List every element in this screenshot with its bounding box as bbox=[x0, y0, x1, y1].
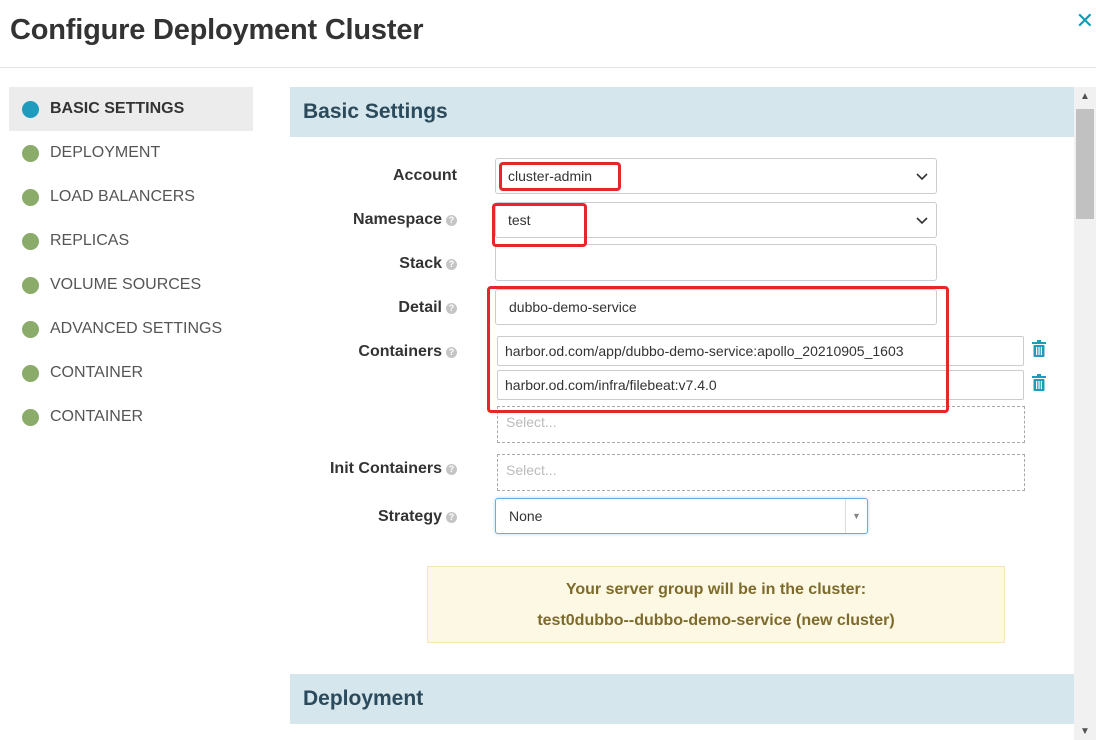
sidebar-item-container-1[interactable]: CONTAINER bbox=[9, 351, 253, 395]
sidebar-item-label: REPLICAS bbox=[50, 232, 130, 249]
close-icon[interactable]: ✕ bbox=[1076, 10, 1094, 32]
stack-label-text: Stack bbox=[399, 255, 442, 272]
sidebar-item-label: CONTAINER bbox=[50, 408, 144, 425]
help-icon[interactable]: ? bbox=[446, 347, 457, 358]
status-dot-icon bbox=[22, 276, 39, 294]
namespace-value: test bbox=[508, 212, 531, 228]
containers-label: Containers? bbox=[290, 343, 457, 361]
detail-label-text: Detail bbox=[398, 299, 442, 316]
help-icon[interactable]: ? bbox=[446, 512, 457, 523]
sidebar-item-container-2[interactable]: CONTAINER bbox=[9, 395, 253, 439]
chevron-down-icon bbox=[916, 217, 928, 225]
namespace-label: Namespace? bbox=[290, 211, 457, 229]
help-icon[interactable]: ? bbox=[446, 303, 457, 314]
status-dot-icon bbox=[22, 408, 39, 426]
stack-input[interactable] bbox=[495, 244, 937, 281]
containers-label-text: Containers bbox=[358, 343, 442, 360]
account-label: Account bbox=[290, 167, 457, 185]
init-containers-label-text: Init Containers bbox=[329, 460, 442, 477]
settings-content: Basic Settings Account cluster-admin Nam… bbox=[290, 87, 1074, 740]
status-dot-icon bbox=[22, 188, 39, 206]
modal-title: Configure Deployment Cluster bbox=[10, 14, 424, 46]
account-select[interactable]: cluster-admin bbox=[495, 158, 937, 194]
cluster-name-text: test0dubbo--dubbo-demo-service (new clus… bbox=[537, 612, 895, 629]
status-dot-icon bbox=[22, 144, 39, 162]
container-item[interactable]: harbor.od.com/app/dubbo-demo-service:apo… bbox=[497, 336, 1024, 366]
init-containers-select[interactable]: Select... bbox=[497, 454, 1025, 491]
strategy-select[interactable]: None ▼ bbox=[495, 498, 868, 534]
account-label-text: Account bbox=[393, 167, 457, 184]
chevron-down-icon bbox=[916, 173, 928, 181]
namespace-label-text: Namespace bbox=[353, 211, 442, 228]
scrollbar-thumb[interactable] bbox=[1076, 109, 1094, 219]
dropdown-arrow-icon: ▼ bbox=[845, 499, 867, 533]
trash-icon[interactable] bbox=[1032, 374, 1046, 391]
stack-label: Stack? bbox=[290, 255, 457, 273]
modal-header: Configure Deployment Cluster ✕ bbox=[0, 0, 1096, 68]
detail-input[interactable]: dubbo-demo-service bbox=[495, 289, 937, 325]
sidebar-item-label: VOLUME SOURCES bbox=[50, 276, 202, 293]
section-header-deployment: Deployment bbox=[290, 674, 1074, 724]
sidebar-item-label: CONTAINER bbox=[50, 364, 144, 381]
account-value: cluster-admin bbox=[508, 168, 593, 184]
strategy-label-text: Strategy bbox=[377, 508, 442, 525]
sidebar-item-advanced-settings[interactable]: ADVANCED SETTINGS bbox=[9, 307, 253, 351]
scroll-down-icon[interactable]: ▼ bbox=[1074, 722, 1096, 740]
status-dot-icon bbox=[22, 232, 39, 250]
init-containers-label: Init Containers? bbox=[290, 460, 457, 478]
cluster-info-text: Your server group will be in the cluster… bbox=[565, 581, 867, 598]
help-icon[interactable]: ? bbox=[446, 464, 457, 475]
cluster-info-alert: Your server group will be in the cluster… bbox=[427, 566, 1005, 643]
trash-icon[interactable] bbox=[1032, 340, 1046, 357]
strategy-value: None bbox=[509, 508, 543, 524]
sidebar-item-volume-sources[interactable]: VOLUME SOURCES bbox=[9, 263, 253, 307]
sidebar-item-load-balancers[interactable]: LOAD BALANCERS bbox=[9, 175, 253, 219]
sidebar-item-basic-settings[interactable]: BASIC SETTINGS bbox=[9, 87, 253, 131]
container-item[interactable]: harbor.od.com/infra/filebeat:v7.4.0 bbox=[497, 370, 1024, 400]
sidebar-nav: BASIC SETTINGS DEPLOYMENT LOAD BALANCERS… bbox=[9, 87, 253, 439]
status-dot-icon bbox=[22, 100, 39, 118]
sidebar-item-label: BASIC SETTINGS bbox=[50, 100, 185, 117]
namespace-select[interactable]: test bbox=[495, 202, 937, 238]
status-dot-icon bbox=[22, 364, 39, 382]
section-header-basic-settings: Basic Settings bbox=[290, 87, 1074, 137]
help-icon[interactable]: ? bbox=[446, 215, 457, 226]
sidebar-item-label: ADVANCED SETTINGS bbox=[50, 320, 223, 337]
scrollbar[interactable]: ▲ ▼ bbox=[1074, 87, 1096, 740]
sidebar-item-label: LOAD BALANCERS bbox=[50, 188, 195, 205]
sidebar-item-deployment[interactable]: DEPLOYMENT bbox=[9, 131, 253, 175]
status-dot-icon bbox=[22, 320, 39, 338]
sidebar-item-label: DEPLOYMENT bbox=[50, 144, 161, 161]
strategy-label: Strategy? bbox=[290, 508, 457, 526]
detail-label: Detail? bbox=[290, 299, 457, 317]
containers-select[interactable]: Select... bbox=[497, 406, 1025, 443]
scroll-up-icon[interactable]: ▲ bbox=[1074, 87, 1096, 105]
help-icon[interactable]: ? bbox=[446, 259, 457, 270]
sidebar-item-replicas[interactable]: REPLICAS bbox=[9, 219, 253, 263]
